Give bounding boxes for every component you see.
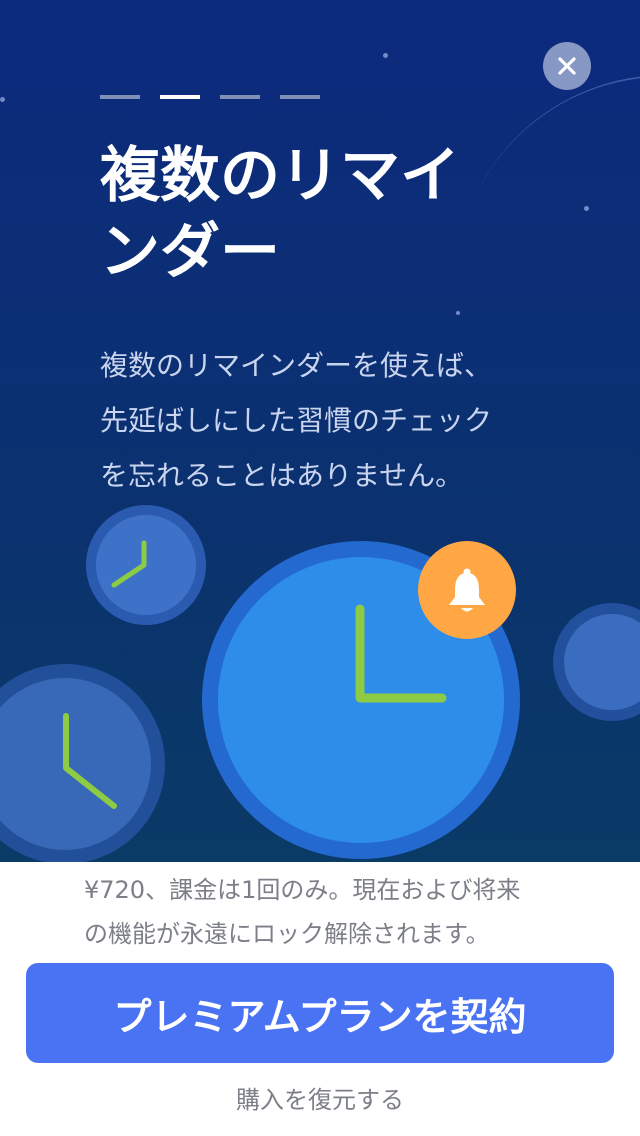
restore-purchase-link[interactable]: 購入を復元する: [0, 1080, 640, 1115]
feature-description: 複数のリマインダーを使えば、 先延ばしにした習慣のチェック を忘れることはありま…: [100, 338, 560, 503]
star: [0, 97, 5, 102]
left-clock-illustration: [0, 664, 165, 862]
right-clock-illustration: [553, 603, 640, 721]
page-dot: [220, 95, 260, 99]
page-title: 複数のリマイ ンダー: [100, 138, 560, 290]
page-dot: [100, 95, 140, 99]
title-line: 複数のリマイ: [100, 141, 460, 211]
hero-section: 複数のリマイ ンダー 複数のリマインダーを使えば、 先延ばしにした習慣のチェック…: [0, 0, 640, 862]
page-dot: [280, 95, 320, 99]
bell-icon: [449, 568, 485, 612]
clock-icon: [63, 713, 117, 809]
price-line: の機能が永遠にロック解除されます。: [84, 920, 490, 948]
star: [383, 53, 388, 58]
clock-icon: [111, 540, 147, 588]
star: [456, 311, 460, 315]
price-description: ¥720、課金は1回のみ。現在および将来 の機能が永遠にロック解除されます。: [84, 868, 564, 956]
star: [584, 206, 589, 211]
small-clock-illustration: [86, 505, 206, 625]
description-line: 先延ばしにした習慣のチェック: [100, 404, 493, 437]
description-line: 複数のリマインダーを使えば、: [100, 349, 493, 382]
page-dot-active: [160, 95, 200, 99]
bell-badge: [418, 541, 516, 639]
page-indicator: [100, 95, 320, 99]
title-line: ンダー: [100, 217, 280, 287]
subscribe-premium-button[interactable]: プレミアムプランを契約: [26, 963, 614, 1063]
close-icon: [558, 57, 576, 75]
price-line: ¥720、課金は1回のみ。現在および将来: [84, 876, 521, 904]
description-line: を忘れることはありません。: [100, 459, 464, 492]
close-button[interactable]: [543, 42, 591, 90]
